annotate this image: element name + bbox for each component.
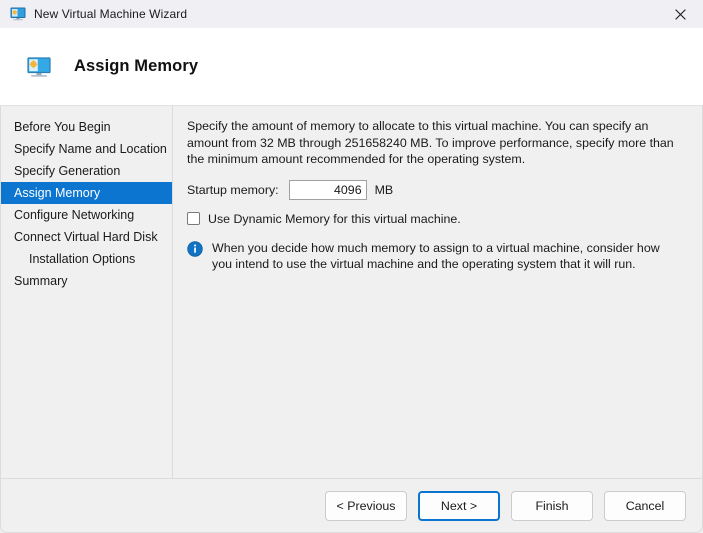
info-note: When you decide how much memory to assig…	[187, 240, 683, 273]
sidebar-item-connect-virtual-hard-disk[interactable]: Connect Virtual Hard Disk	[1, 226, 172, 248]
virtual-machine-icon	[26, 54, 52, 80]
startup-memory-row: Startup memory: MB	[187, 179, 688, 200]
sidebar-item-assign-memory[interactable]: Assign Memory	[1, 182, 172, 204]
sidebar-item-installation-options[interactable]: Installation Options	[1, 248, 172, 270]
close-icon[interactable]	[657, 0, 703, 28]
startup-memory-input[interactable]	[288, 179, 367, 200]
dynamic-memory-checkbox-row[interactable]: Use Dynamic Memory for this virtual mach…	[187, 212, 688, 226]
sidebar-item-configure-networking[interactable]: Configure Networking	[1, 204, 172, 226]
sidebar-item-specify-generation[interactable]: Specify Generation	[1, 160, 172, 182]
wizard-body: Before You Begin Specify Name and Locati…	[0, 106, 703, 478]
finish-button[interactable]: Finish	[511, 490, 593, 521]
next-button[interactable]: Next >	[418, 490, 500, 521]
wizard-footer: < Previous Next > Finish Cancel	[0, 478, 703, 533]
info-note-text: When you decide how much memory to assig…	[212, 240, 660, 272]
startup-memory-label: Startup memory:	[187, 182, 279, 197]
dynamic-memory-label: Use Dynamic Memory for this virtual mach…	[208, 211, 461, 226]
description-text: Specify the amount of memory to allocate…	[187, 119, 674, 166]
sidebar-item-specify-name-and-location[interactable]: Specify Name and Location	[1, 138, 172, 160]
dynamic-memory-checkbox[interactable]	[187, 212, 200, 225]
sidebar-item-before-you-begin[interactable]: Before You Begin	[1, 116, 172, 138]
page-header: Assign Memory	[0, 28, 703, 106]
sidebar-item-summary[interactable]: Summary	[1, 270, 172, 292]
virtual-machine-icon	[10, 6, 26, 22]
window-title: New Virtual Machine Wizard	[34, 7, 188, 21]
previous-button[interactable]: < Previous	[325, 490, 407, 521]
wizard-window: New Virtual Machine Wizard Assign Memory…	[0, 0, 703, 533]
wizard-content: Specify the amount of memory to allocate…	[173, 106, 702, 478]
startup-memory-unit: MB	[374, 182, 394, 197]
title-bar: New Virtual Machine Wizard	[0, 0, 703, 28]
info-icon	[187, 240, 203, 257]
wizard-steps-sidebar: Before You Begin Specify Name and Locati…	[1, 106, 173, 478]
cancel-button[interactable]: Cancel	[604, 490, 686, 521]
page-title: Assign Memory	[74, 57, 199, 75]
